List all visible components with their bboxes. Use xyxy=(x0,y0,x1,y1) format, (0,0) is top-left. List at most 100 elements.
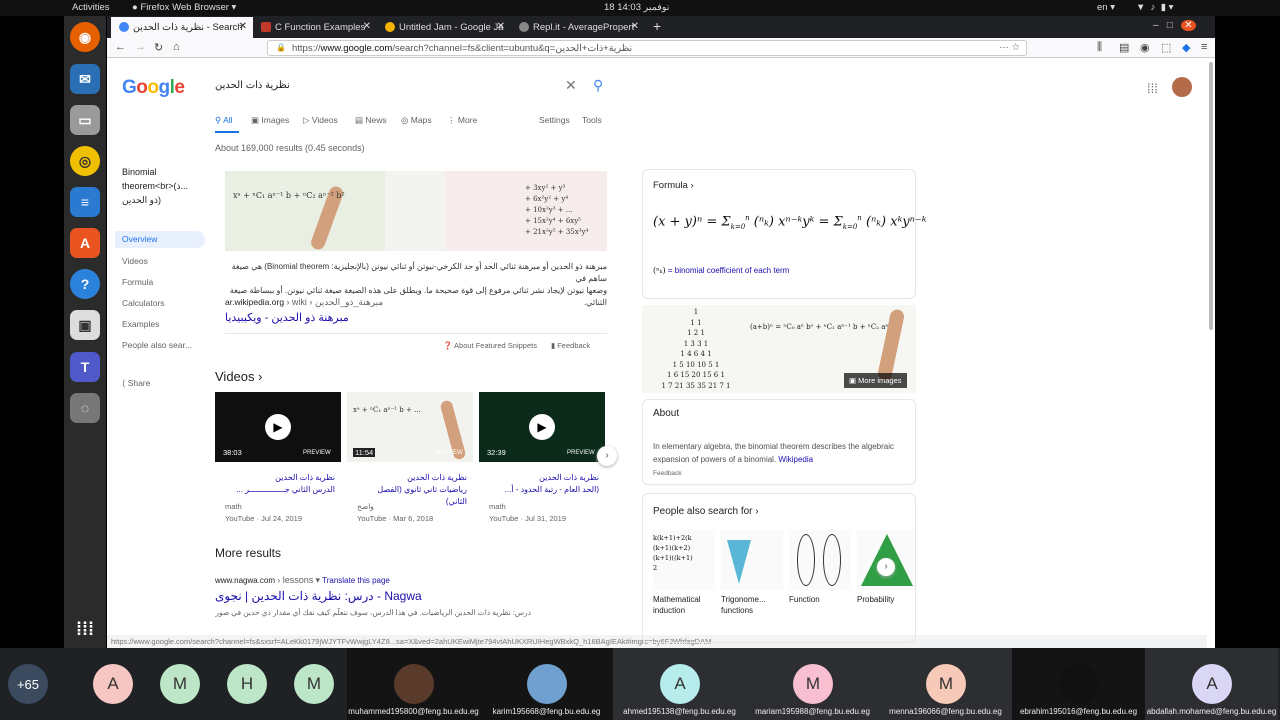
participant-tile[interactable]: Mmenna196066@feng.bu.edu.eg xyxy=(879,648,1012,720)
rhythmbox-icon[interactable]: ◎ xyxy=(70,146,100,176)
filter-videos[interactable]: ▷ Videos xyxy=(303,115,338,126)
system-tray-icons[interactable]: ▼ ♪ ▮ ▾ xyxy=(1136,2,1173,13)
side-nav-examples[interactable]: Examples xyxy=(115,316,205,332)
video-thumbnail: ▶ 32:39 PREVIEW xyxy=(479,392,605,462)
people-item[interactable]: k(k+1)+2(k (k+1)(k+2) (k+1)((k+1) 2 Mathema… xyxy=(653,530,717,632)
video-card[interactable]: ▶ 32:39 PREVIEW نظرية ذات الحدين (الحد ال… xyxy=(479,392,605,528)
tab-bar: نظرية ذات الحدين - Search ✕ C Function Ex… xyxy=(107,16,1215,38)
filter-all[interactable]: ⚲ All xyxy=(215,115,233,126)
library-icon[interactable]: ⫼ xyxy=(1097,41,1102,54)
filter-tabs: ⚲ All ▣ Images ▷ Videos ▤ News ◎ Maps ⋮ … xyxy=(215,115,615,135)
kp-image[interactable]: 11 11 2 11 3 3 11 4 6 4 11 5 10 10 5 11 … xyxy=(642,305,916,393)
video-card[interactable]: ▶ 38:03 PREVIEW نظرية ذات الحدين الدرس ال… xyxy=(215,392,341,528)
tab-google-search[interactable]: نظرية ذات الحدين - Search ✕ xyxy=(111,17,253,38)
side-nav-overview[interactable]: Overview xyxy=(115,231,205,248)
formula-caption[interactable]: (ⁿₖ) = binomial coefficient of each term xyxy=(653,266,789,275)
account-icon[interactable]: ◉ xyxy=(1140,41,1150,54)
participant-tile[interactable]: karim195668@feng.bu.edu.eg xyxy=(480,648,613,720)
reload-icon[interactable]: ↻ xyxy=(154,41,163,54)
lock-icon: 🔒 xyxy=(276,43,286,52)
app-menu[interactable]: ● Firefox Web Browser ▾ xyxy=(132,2,236,13)
page-scrollbar[interactable] xyxy=(1209,62,1213,330)
close-icon[interactable]: ✕ xyxy=(363,21,371,32)
video-title: نظرية ذات الحدين الدرس الثاني جــــــــــ… xyxy=(236,473,335,494)
participant-tile[interactable]: Mmariam195988@feng.bu.edu.eg xyxy=(746,648,879,720)
search-box[interactable]: نظرية ذات الحدين ✕ ⚲ xyxy=(207,75,607,99)
people-item[interactable]: Function xyxy=(789,530,853,632)
wikipedia-link[interactable]: Wikipedia xyxy=(778,455,813,464)
bookmark-star-icon[interactable]: ··· ☆ xyxy=(999,42,1020,53)
dock: ◉ ✉ ▭ ◎ ≡ A ? ▣ T ◌ ⁞⁞⁞ xyxy=(64,16,106,648)
filter-more[interactable]: ⋮ More xyxy=(447,115,477,126)
side-nav-calculators[interactable]: Calculators xyxy=(115,295,205,311)
avatar[interactable] xyxy=(1172,77,1192,97)
results-count: About 169,000 results (0.45 seconds) xyxy=(215,143,365,153)
screenshot-icon[interactable]: ▣ xyxy=(70,310,100,340)
forward-icon[interactable]: → xyxy=(135,41,146,53)
language-indicator[interactable]: en ▾ xyxy=(1097,2,1115,13)
sidebar-icon[interactable]: ▤ xyxy=(1119,41,1129,54)
files-icon[interactable]: ▭ xyxy=(70,105,100,135)
translate-link[interactable]: Translate this page xyxy=(322,576,390,585)
tools-link[interactable]: Tools xyxy=(582,115,602,125)
settings-link[interactable]: Settings xyxy=(539,115,570,125)
people-item[interactable]: Trigonome... functions xyxy=(721,530,785,632)
show-apps-icon[interactable]: ⁞⁞⁞ xyxy=(70,614,100,644)
filter-news[interactable]: ▤ News xyxy=(355,115,387,126)
videos-heading[interactable]: Videos › xyxy=(215,369,262,384)
software-icon[interactable]: A xyxy=(70,228,100,258)
snippet-link[interactable]: مبرهنة ذو الحدين - ويكيبيديا xyxy=(225,311,349,324)
people-next-icon[interactable]: › xyxy=(877,558,895,576)
snippet-feedback[interactable]: ▮ Feedback xyxy=(551,341,590,350)
google-logo[interactable]: Google xyxy=(122,77,185,99)
participant-tile[interactable]: Aahmed195138@feng.bu.edu.eg xyxy=(613,648,746,720)
people-heading[interactable]: People also search for › xyxy=(653,506,759,517)
close-icon[interactable]: ✕ xyxy=(239,21,247,32)
search-query[interactable]: نظرية ذات الحدين xyxy=(215,80,290,91)
tab-jamboard[interactable]: Untitled Jam - Google Ja ✕ xyxy=(377,17,511,38)
close-icon[interactable]: ✕ xyxy=(497,21,505,32)
activities-button[interactable]: Activities xyxy=(72,2,109,13)
help-icon[interactable]: ? xyxy=(70,269,100,299)
teams-icon[interactable]: T xyxy=(70,352,100,382)
people-item[interactable]: Probability xyxy=(857,530,921,632)
participant-tile[interactable]: muhammed195800@feng.bu.edu.eg xyxy=(347,648,480,720)
side-nav-items: Overview Videos Formula Calculators Exam… xyxy=(115,231,205,392)
tab-replit[interactable]: Repl.it - AveragePropert ✕ xyxy=(511,17,645,38)
close-icon[interactable]: ✕ xyxy=(631,21,639,32)
clock[interactable]: 18 نوفمبر 14:03 xyxy=(604,2,669,13)
window-controls[interactable]: – □ ✕ xyxy=(1153,20,1196,31)
screenshot-icon[interactable]: ⬚ xyxy=(1161,41,1171,54)
extension-icon[interactable]: ◆ xyxy=(1182,41,1190,54)
side-nav-videos[interactable]: Videos xyxy=(115,253,205,269)
menu-icon[interactable]: ≡ xyxy=(1201,41,1207,53)
video-card[interactable]: xᵃ + ⁿC₁ aⁿ⁻¹ b + ... 11:54 PREVIEW نظري… xyxy=(347,392,473,528)
avatar xyxy=(1059,664,1099,704)
carousel-next-icon[interactable]: › xyxy=(597,446,617,466)
writer-icon[interactable]: ≡ xyxy=(70,187,100,217)
participant-tile[interactable]: ebrahim195016@feng.bu.edu.eg xyxy=(1012,648,1145,720)
url-bar[interactable]: 🔒 https://www.google.com/search?channel=… xyxy=(267,40,1027,56)
apps-grid-icon[interactable]: ⁞⁞⁞ xyxy=(1147,81,1158,96)
result-title-link[interactable]: درس: نظرية ذات الحدين | نجوى - Nagwa xyxy=(215,589,422,603)
home-icon[interactable]: ⌂ xyxy=(173,41,180,53)
about-featured-snippets[interactable]: ❓ About Featured Snippets xyxy=(443,341,537,350)
new-tab-button[interactable]: + xyxy=(647,17,667,38)
participant-tile[interactable]: Aabdallah.mohamed@feng.bu.edu.eg xyxy=(1145,648,1278,720)
disk-icon[interactable]: ◌ xyxy=(70,393,100,423)
clear-icon[interactable]: ✕ xyxy=(565,77,577,94)
side-nav-people-also-search[interactable]: People also sear... xyxy=(115,337,205,353)
about-feedback[interactable]: Feedback xyxy=(653,470,682,477)
firefox-icon[interactable]: ◉ xyxy=(70,22,100,52)
share-button[interactable]: ⟨ Share xyxy=(115,375,205,392)
thunderbird-icon[interactable]: ✉ xyxy=(70,64,100,94)
snippet-image[interactable]: xᵃ + ⁿC₁ aⁿ⁻¹ b + ⁿC₂ aⁿ⁻² b² + 3xy² + y… xyxy=(225,171,607,251)
back-icon[interactable]: ← xyxy=(115,41,126,53)
search-icon[interactable]: ⚲ xyxy=(593,77,603,94)
filter-images[interactable]: ▣ Images xyxy=(251,115,289,126)
formula-heading[interactable]: Formula › xyxy=(653,180,694,191)
more-images-button[interactable]: ▣ More images xyxy=(844,373,907,388)
filter-maps[interactable]: ◎ Maps xyxy=(401,115,432,126)
side-nav-formula[interactable]: Formula xyxy=(115,274,205,290)
tab-c-function[interactable]: C Function Examples ✕ xyxy=(253,17,377,38)
